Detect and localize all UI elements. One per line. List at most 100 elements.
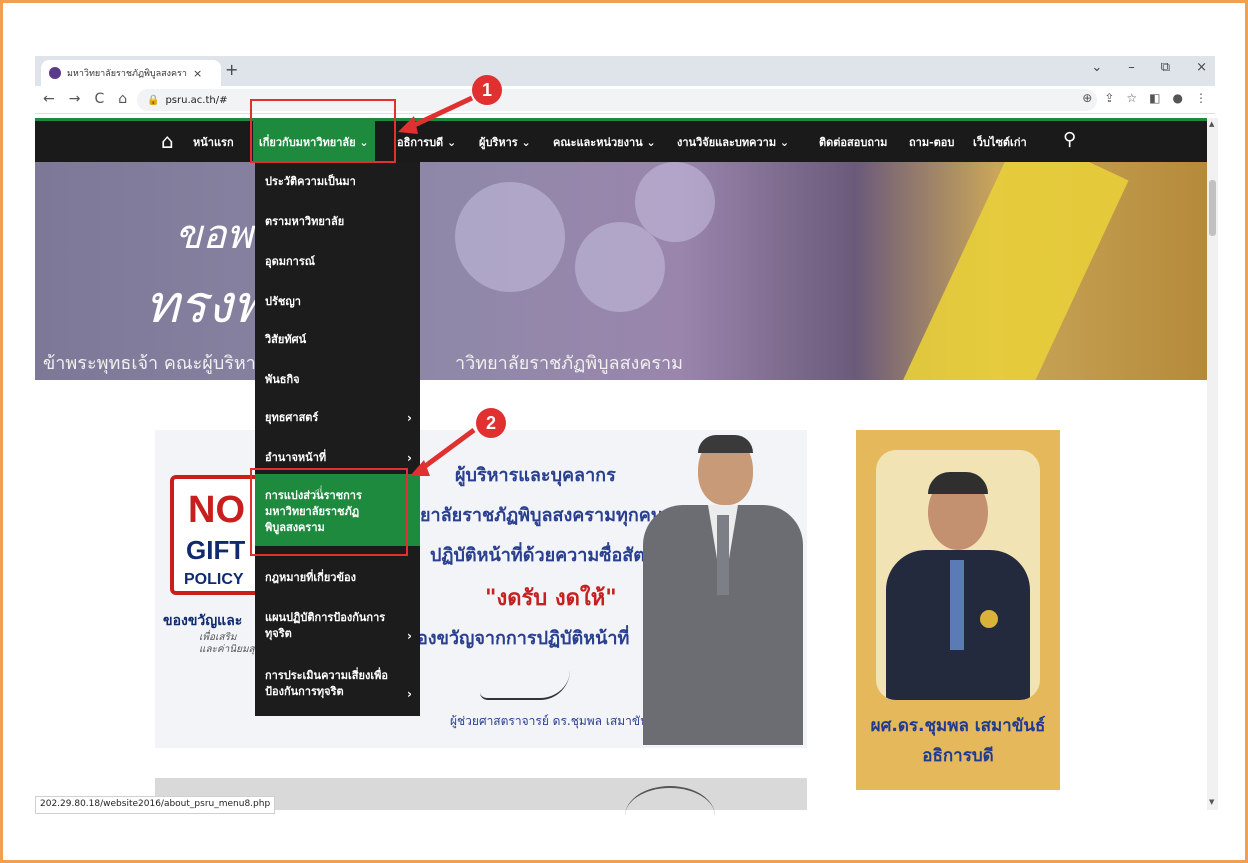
dropdown-item-label: ปรัชญา (265, 295, 301, 308)
president-portrait-card[interactable]: ผศ.ดร.ชุมพล เสมาขันธ์ อธิการบดี (856, 430, 1060, 790)
dropdown-item-label: แผนปฏิบัติการป้องกันการทุจริต (265, 611, 386, 640)
tab-title: มหาวิทยาลัยราชภัฏพิบูลสงคราม – Pib (67, 69, 187, 79)
banner-title: ผู้บริหารและบุคลากร (455, 465, 616, 486)
zoom-icon[interactable]: ⊕ (1082, 91, 1092, 105)
tab-search-icon[interactable]: ⌄ (1091, 60, 1102, 75)
dropdown-item-anticorruption-plan[interactable]: แผนปฏิบัติการป้องกันการทุจริต › (255, 610, 420, 643)
nav-item-old-site[interactable]: เว็บไซต์เก่า (967, 121, 1033, 162)
dropdown-item-label: ยุทธศาสตร์ (265, 411, 319, 424)
home-icon[interactable]: ⌂ (118, 91, 127, 107)
step-marker-2: 2 (476, 408, 506, 438)
portrait-role: อธิการบดี (922, 746, 994, 766)
logo-gift-text: GIFT (186, 535, 246, 565)
dropdown-item-vision[interactable]: วิสัยทัศน์ (255, 332, 420, 348)
menu-kebab-icon[interactable]: ⋮ (1195, 91, 1207, 105)
window-controls: ⌄ – ⧉ × (1091, 60, 1207, 75)
step-marker-1: 1 (472, 75, 502, 105)
url-text: psru.ac.th/# (165, 94, 228, 106)
bookmark-star-icon[interactable]: ☆ (1126, 91, 1137, 105)
hero-banner: ขอพ ทรงพ ญ ข้าพระพุทธเจ้า คณะผู้บริหาร า… (35, 162, 1207, 380)
dropdown-item-label: อำนาจหน้าที่ (265, 451, 327, 464)
forward-arrow-icon[interactable]: → (69, 91, 81, 107)
logo-no-text: NO (188, 489, 245, 531)
hero-subtitle-right: าวิทยาลัยราชภัฏพิบูลสงคราม (455, 353, 684, 374)
minimize-button[interactable]: – (1128, 60, 1135, 75)
reload-icon[interactable]: C (94, 91, 104, 107)
dropdown-item-seal[interactable]: ตรามหาวิทยาลัย (255, 214, 420, 230)
banner-line-5: องขวัญจากการปฏิบัติหน้าที่ (417, 628, 630, 649)
lock-icon: 🔒 (147, 94, 160, 106)
close-window-button[interactable]: × (1196, 60, 1207, 75)
dropdown-item-strategy[interactable]: ยุทธศาสตร์ › (255, 410, 420, 426)
address-bar-row: ← → C ⌂ 🔒 psru.ac.th/# ⊕ ⇪ ☆ ◧ ● ⋮ (35, 86, 1215, 114)
browser-tab-bar: มหาวิทยาลัยราชภัฏพิบูลสงคราม – Pib × + ⌄… (35, 56, 1215, 86)
chevron-right-icon: › (407, 687, 412, 701)
dropdown-item-philosophy[interactable]: ปรัชญา (255, 294, 420, 310)
banner-line-2: ยาลัยราชภัฏพิบูลสงครามทุกคน (420, 505, 664, 526)
signature (480, 670, 570, 700)
banner-slogan: "งดรับ งดให้" (485, 586, 617, 611)
home-house-icon[interactable]: ⌂ (161, 129, 174, 153)
chevron-right-icon: › (407, 451, 412, 465)
hero-heading-1: ขอพ (175, 212, 253, 258)
back-arrow-icon[interactable]: ← (43, 91, 55, 107)
scroll-up-arrow-icon[interactable]: ▲ (1209, 120, 1214, 128)
search-icon[interactable]: ⚲ (1063, 129, 1076, 150)
dropdown-item-risk-assessment[interactable]: การประเมินความเสี่ยงเพื่อป้องกันการทุจริ… (255, 668, 420, 701)
flower-decoration (635, 162, 715, 242)
gift-sub-line2: และค่านิยมสุจ (199, 644, 261, 655)
dropdown-item-authority[interactable]: อำนาจหน้าที่ › (255, 450, 420, 466)
dropdown-item-ideology[interactable]: อุดมการณ์ (255, 254, 420, 270)
restore-button[interactable]: ⧉ (1161, 60, 1170, 75)
site-nav-bar: ⌂ หน้าแรก เกี่ยวกับมหาวิทยาลัย ⌄ อธิการบ… (35, 118, 1207, 162)
gift-sub-line1: เพื่อเสริม (199, 632, 237, 643)
hero-subtitle-left: ข้าพระพุทธเจ้า คณะผู้บริหาร (43, 353, 266, 374)
dropdown-item-mission[interactable]: พันธกิจ (255, 372, 420, 388)
flower-decoration (455, 182, 565, 292)
share-icon[interactable]: ⇪ (1104, 91, 1114, 105)
dropdown-item-label: ตรามหาวิทยาลัย (265, 215, 345, 228)
royal-sash-decoration (901, 162, 1129, 380)
banner-line-3: ปฏิบัติหน้าที่ด้วยความซื่อสัตย์ (430, 545, 656, 566)
dropdown-item-label: วิสัยทัศน์ (265, 333, 307, 346)
page-scrollbar[interactable]: ▲ ▼ (1207, 118, 1218, 810)
flower-decoration (575, 222, 665, 312)
portrait-photo (876, 450, 1040, 700)
chevron-right-icon: › (407, 629, 412, 643)
nav-item-contact[interactable]: ติดต่อสอบถาม (813, 121, 893, 162)
nav-item-president[interactable]: อธิการบดี ⌄ (391, 121, 462, 162)
dropdown-item-label: กฎหมายที่เกี่ยวข้อง (265, 571, 356, 584)
browser-tab[interactable]: มหาวิทยาลัยราชภัฏพิบูลสงคราม – Pib × (41, 60, 221, 86)
dropdown-item-label: อุดมการณ์ (265, 255, 315, 268)
scroll-thumb[interactable] (1209, 180, 1216, 236)
nav-item-home[interactable]: หน้าแรก (187, 121, 240, 162)
status-url-bar: 202.29.80.18/website2016/about_psru_menu… (35, 796, 276, 814)
dropdown-item-label: การประเมินความเสี่ยงเพื่อป้องกันการทุจริ… (265, 669, 388, 698)
new-tab-button[interactable]: + (225, 60, 238, 79)
dropdown-item-label: พันธกิจ (265, 373, 300, 386)
toolbar-icons: ⊕ ⇪ ☆ ◧ ● ⋮ (1082, 91, 1207, 105)
profile-icon[interactable]: ● (1173, 91, 1183, 105)
chevron-right-icon: › (407, 411, 412, 425)
scroll-down-arrow-icon[interactable]: ▼ (1209, 798, 1214, 806)
nav-buttons: ← → C ⌂ (43, 91, 127, 107)
logo-policy-text: POLICY (184, 571, 244, 588)
nav-item-faq[interactable]: ถาม-ตอบ (903, 121, 960, 162)
annotation-box-1 (250, 99, 396, 163)
nav-item-executives[interactable]: ผู้บริหาร ⌄ (473, 121, 537, 162)
gift-subcaption: เพื่อเสริม และค่านิยมสุจ (199, 632, 261, 656)
president-photo (643, 435, 803, 745)
dropdown-item-history[interactable]: ประวัติความเป็นมา (255, 174, 420, 190)
signer-name: ผู้ช่วยศาสตราจารย์ ดร.ชุมพล เสมาขันธ์ (450, 714, 656, 728)
dropdown-item-laws[interactable]: กฎหมายที่เกี่ยวข้อง (255, 570, 420, 586)
about-dropdown-menu: ประวัติความเป็นมา ตรามหาวิทยาลัย อุดมการ… (255, 162, 420, 716)
dropdown-item-label: ประวัติความเป็นมา (265, 175, 356, 188)
gift-caption: ของขวัญและ (163, 613, 243, 629)
portrait-name: ผศ.ดร.ชุมพล เสมาขันธ์ (870, 716, 1046, 736)
side-panel-icon[interactable]: ◧ (1149, 91, 1160, 105)
site-favicon-icon (49, 67, 61, 79)
nav-item-research[interactable]: งานวิจัยและบทความ ⌄ (671, 121, 795, 162)
nav-item-faculties[interactable]: คณะและหน่วยงาน ⌄ (547, 121, 662, 162)
close-tab-icon[interactable]: × (193, 67, 202, 80)
annotation-box-2 (250, 468, 408, 556)
